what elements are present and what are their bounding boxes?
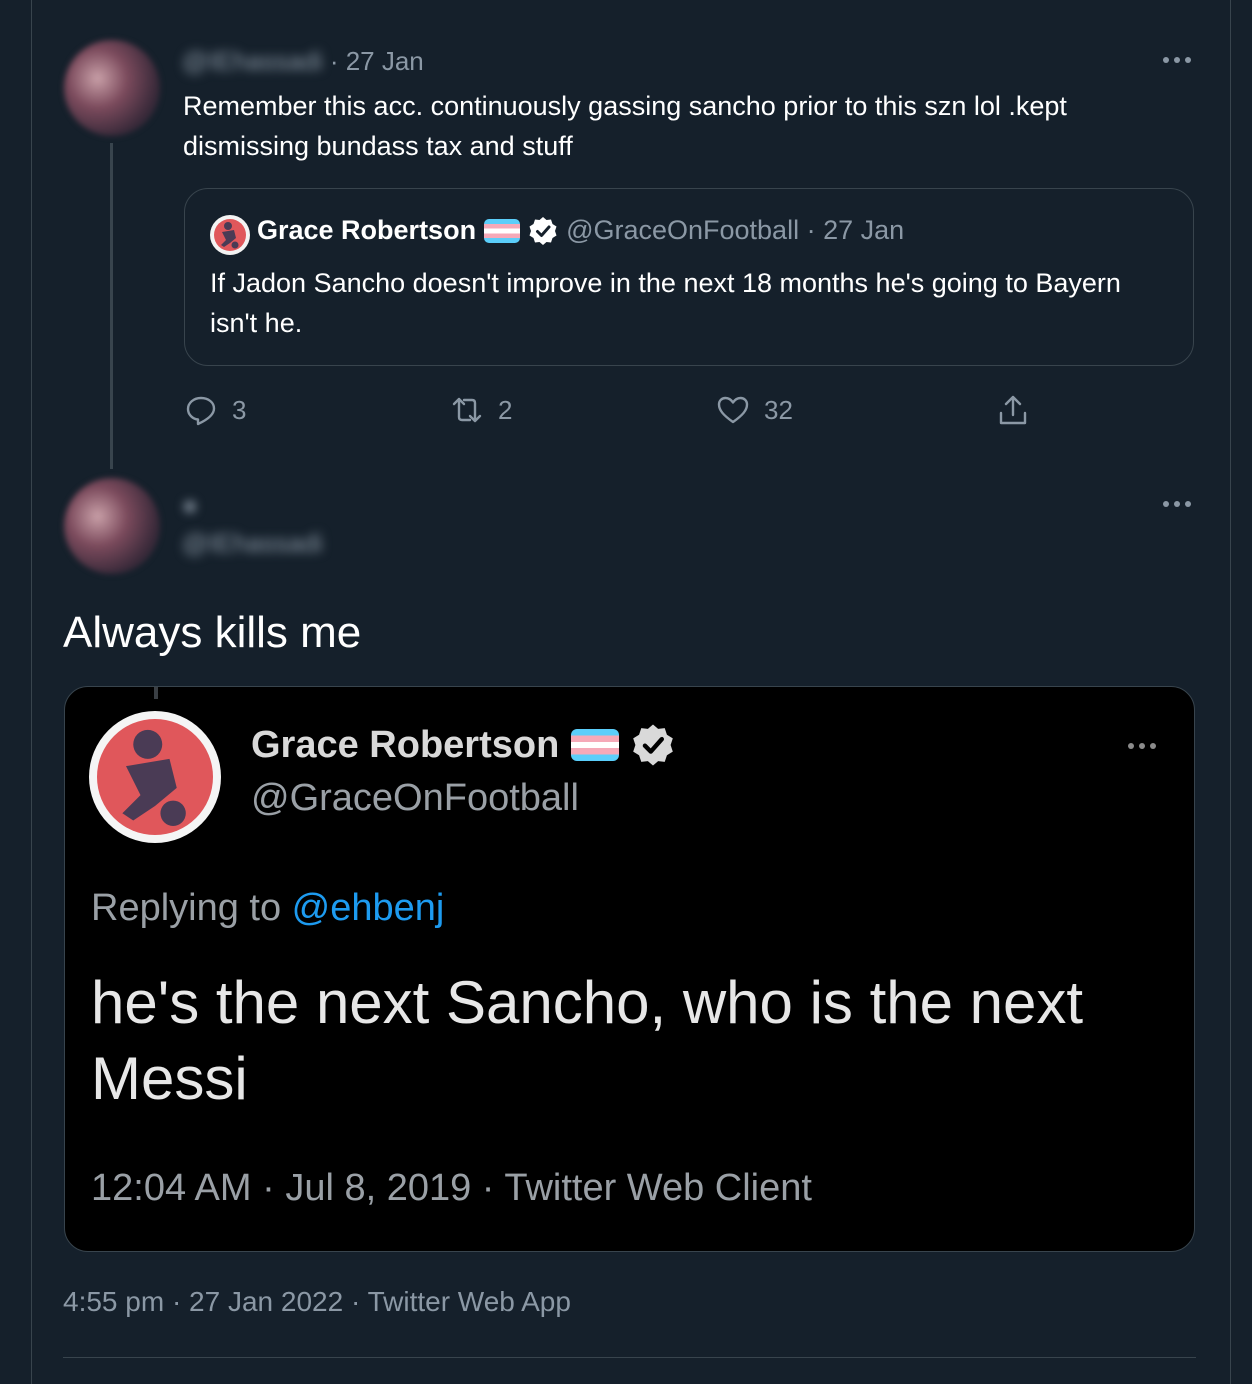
- reply-author-header: @IEhassadi · 27 Jan: [182, 46, 424, 77]
- retweet-button[interactable]: 2: [450, 393, 512, 427]
- main-author-handle-row: @IEhassadi: [182, 528, 323, 559]
- embedded-replying-to: @ehbenj: [291, 887, 445, 929]
- reply-time[interactable]: · 27 Jan: [330, 46, 424, 76]
- trans-flag-icon: [484, 218, 521, 243]
- embedded-author-name: Grace Robertson: [251, 723, 560, 766]
- quoted-tweet-text: If Jadon Sancho doesn't improve in the n…: [210, 268, 1121, 338]
- embedded-more-icon: [1125, 739, 1159, 753]
- reply-text: Remember this acc. continuously gassing …: [183, 91, 1067, 161]
- attached-screenshot[interactable]: Grace Robertson @GraceOnFootball Replyin…: [64, 686, 1195, 1252]
- like-count: 32: [764, 394, 793, 425]
- embedded-author-handle: @GraceOnFootball: [251, 777, 579, 819]
- heart-icon: [717, 396, 749, 424]
- main-author-name[interactable]: ●: [182, 490, 198, 521]
- main-author-avatar[interactable]: [64, 478, 160, 574]
- like-button[interactable]: 32: [716, 393, 793, 427]
- main-tweet-meta[interactable]: 4:55 pm · 27 Jan 2022 · Twitter Web App: [63, 1286, 571, 1318]
- embedded-author-header: Grace Robertson: [251, 723, 675, 767]
- quoted-author-name[interactable]: Grace Robertson: [257, 215, 476, 246]
- footballer-icon: [221, 222, 239, 249]
- main-author-name-blur: ●: [182, 490, 198, 520]
- share-icon: [999, 395, 1027, 425]
- screenshot-artifact: [154, 687, 158, 699]
- footballer-icon: [122, 729, 186, 826]
- embedded-tweet-meta: 12:04 AM · Jul 8, 2019 · Twitter Web Cli…: [91, 1167, 812, 1209]
- reply-icon: [186, 396, 216, 426]
- embedded-tweet-text: he's the next Sancho, who is the next Me…: [91, 969, 1084, 1112]
- reply-more-icon[interactable]: [1160, 53, 1194, 67]
- quoted-author-handle-time[interactable]: @GraceOnFootball · 27 Jan: [566, 215, 904, 246]
- verified-badge-icon: [633, 724, 674, 766]
- reply-button[interactable]: 3: [184, 393, 246, 427]
- reply-action-bar: 3 2 32: [184, 393, 1044, 433]
- trans-flag-icon: [571, 729, 620, 761]
- embedded-replying-prefix: Replying to: [91, 887, 292, 929]
- share-button[interactable]: [996, 393, 1030, 427]
- quoted-tweet-card[interactable]: Grace Robertson @GraceOnFootball · 27 Ja…: [184, 188, 1194, 366]
- divider: [63, 1357, 1196, 1358]
- embedded-replying-line: Replying to @ehbenj: [91, 887, 444, 930]
- reply-author-avatar[interactable]: [64, 40, 160, 136]
- verified-badge-icon: [529, 216, 557, 245]
- main-more-icon[interactable]: [1160, 497, 1194, 511]
- main-author-handle[interactable]: @IEhassadi: [182, 528, 323, 558]
- quoted-author-header: Grace Robertson @GraceOnFootball · 27 Ja…: [257, 215, 904, 246]
- retweet-count: 2: [498, 394, 513, 425]
- reply-author-handle[interactable]: @IEhassadi: [182, 46, 323, 76]
- retweet-icon: [452, 397, 482, 423]
- reply-count: 3: [232, 394, 247, 425]
- quoted-author-avatar: [210, 215, 250, 255]
- main-tweet-text: Always kills me: [63, 608, 362, 657]
- embedded-author-avatar: [89, 711, 221, 843]
- thread-line: [110, 143, 113, 469]
